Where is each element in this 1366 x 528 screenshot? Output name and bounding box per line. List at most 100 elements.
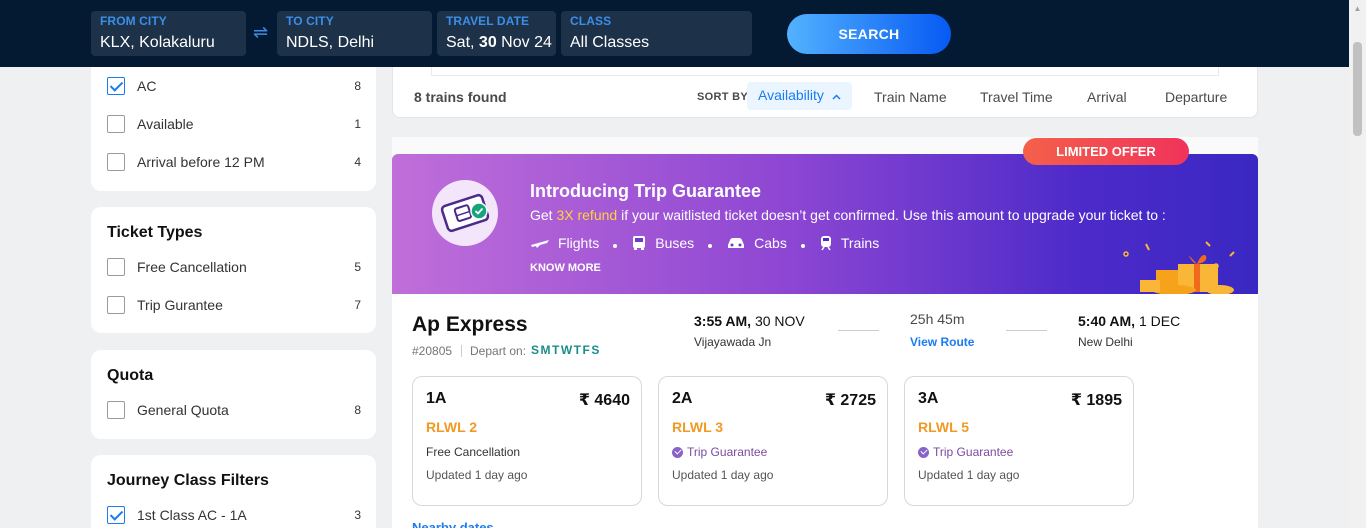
journey-class-card: Journey Class Filters 1st Class AC - 1A … — [91, 455, 376, 528]
sort-bar: 8 trains found SORT BY Availability Trai… — [392, 76, 1258, 118]
divider — [838, 330, 879, 331]
gift-icon — [1123, 241, 1235, 294]
train-name[interactable]: Ap Express — [412, 313, 528, 337]
arr-time: 5:40 AM, — [1078, 313, 1136, 329]
class-feature: Trip Guarantee — [918, 445, 1013, 459]
travel-date-field[interactable]: TRAVEL DATE Sat, 30 Nov 24 — [437, 11, 556, 56]
scrollbar-thumb[interactable] — [1353, 42, 1362, 136]
swap-icon[interactable]: ⇌ — [253, 22, 268, 43]
limited-offer-badge: LIMITED OFFER — [1023, 138, 1189, 165]
class-price: ₹ 1895 — [1070, 392, 1122, 409]
sort-availability[interactable]: Availability — [747, 82, 852, 110]
filter-label: AC — [137, 78, 157, 94]
availability-status: RLWL 5 — [918, 419, 970, 435]
mode-trains: Trains — [819, 235, 879, 251]
date-day: 30 — [478, 34, 497, 51]
filter-general-quota[interactable]: General Quota 8 — [107, 400, 361, 420]
ticket-types-card: Ticket Types Free Cancellation 5 Trip Gu… — [91, 207, 376, 333]
search-header: FROM CITY KLX, Kolakaluru ⇌ TO CITY NDLS… — [0, 0, 1366, 67]
filter-count: 4 — [354, 155, 361, 169]
mode-label: Flights — [558, 235, 600, 251]
class-value: All Classes — [570, 34, 650, 51]
class-feature: Trip Guarantee — [672, 445, 767, 459]
from-city-value: KLX, Kolakaluru — [100, 34, 215, 51]
filter-label: Arrival before 12 PM — [137, 154, 265, 170]
feature-label: Trip Guarantee — [933, 445, 1014, 459]
updated-time: Updated 1 day ago — [918, 468, 1020, 482]
trip-guarantee-banner[interactable]: Introducing Trip Guarantee Get 3X refund… — [392, 154, 1258, 294]
checkbox[interactable] — [107, 258, 125, 276]
class-card-1a[interactable]: 1A ₹ 4640 RLWL 2 Free Cancellation Updat… — [412, 376, 642, 506]
filter-trip-guarantee[interactable]: Trip Gurantee 7 — [107, 295, 361, 315]
nearby-dates-link[interactable]: Nearby dates — [412, 520, 494, 528]
view-route-link[interactable]: View Route — [910, 335, 974, 349]
ticket-icon — [432, 180, 498, 246]
filter-count: 1 — [354, 117, 361, 131]
sort-travel-time[interactable]: Travel Time — [980, 89, 1053, 105]
offer-desc-post: if your waitlisted ticket doesn’t get co… — [617, 207, 1166, 223]
train-card: Ap Express #20805 Depart on: SMTWTFS 3:5… — [392, 294, 1258, 528]
date-weekday: Sat, — [446, 34, 475, 51]
scroll-up-arrow-icon[interactable]: ▲ — [1349, 0, 1366, 17]
filter-label: Free Cancellation — [137, 259, 247, 275]
date-month-year: Nov 24 — [501, 34, 552, 51]
filter-count: 8 — [354, 403, 361, 417]
checkbox-checked[interactable] — [107, 77, 125, 95]
depart-on-label: Depart on: — [470, 344, 527, 358]
to-city-field[interactable]: TO CITY NDLS, Delhi — [277, 11, 432, 56]
travel-date-value: Sat, 30 Nov 24 — [446, 33, 552, 53]
filter-available[interactable]: Available 1 — [107, 114, 361, 134]
class-card-3a[interactable]: 3A ₹ 1895 RLWL 5 Trip Guarantee Updated … — [904, 376, 1134, 506]
offer-desc-highlight: 3X refund — [556, 207, 618, 223]
mode-label: Cabs — [754, 235, 787, 251]
class-field[interactable]: CLASS All Classes — [561, 11, 752, 56]
updated-time: Updated 1 day ago — [426, 468, 528, 482]
divider — [461, 345, 462, 357]
sort-train-name[interactable]: Train Name — [874, 89, 947, 105]
checkbox[interactable] — [107, 153, 125, 171]
filter-ac[interactable]: AC 8 — [107, 76, 361, 96]
updated-time: Updated 1 day ago — [672, 468, 774, 482]
arr-date: 1 DEC — [1138, 313, 1181, 329]
from-city-label: FROM CITY — [100, 14, 167, 28]
availability-status: RLWL 3 — [672, 419, 724, 435]
results-top-strip — [392, 67, 1258, 76]
class-name: 1A — [426, 390, 447, 407]
dep-time: 3:55 AM, — [694, 313, 752, 329]
know-more-link[interactable]: KNOW MORE — [530, 262, 601, 274]
availability-status: RLWL 2 — [426, 419, 478, 435]
check-badge-icon — [672, 446, 683, 458]
class-label: CLASS — [570, 14, 612, 28]
filter-count: 8 — [354, 79, 361, 93]
filter-label: 1st Class AC - 1A — [137, 507, 247, 523]
checkbox-checked[interactable] — [107, 506, 125, 524]
checkbox[interactable] — [107, 401, 125, 419]
arrival-station: New Delhi — [1078, 335, 1133, 349]
travel-date-label: TRAVEL DATE — [446, 14, 530, 28]
departure-station: Vijayawada Jn — [694, 335, 772, 349]
mode-cabs: Cabs — [726, 235, 787, 251]
filter-1a[interactable]: 1st Class AC - 1A 3 — [107, 505, 361, 525]
sort-arrival[interactable]: Arrival — [1087, 89, 1127, 105]
class-card-2a[interactable]: 2A ₹ 2725 RLWL 3 Trip Guarantee Updated … — [658, 376, 888, 506]
sort-option-label: Availability — [758, 87, 824, 103]
filter-count: 3 — [354, 508, 361, 522]
sort-departure[interactable]: Departure — [1165, 89, 1227, 105]
bus-icon — [633, 236, 646, 250]
filter-free-cancellation[interactable]: Free Cancellation 5 — [107, 257, 361, 277]
plane-icon — [531, 240, 549, 248]
sort-by-label: SORT BY — [697, 91, 748, 103]
filter-count: 7 — [354, 298, 361, 312]
filter-count: 5 — [354, 260, 361, 274]
filter-arrival-before-12[interactable]: Arrival before 12 PM 4 — [107, 152, 361, 172]
class-price: ₹ 2725 — [824, 392, 876, 409]
checkbox[interactable] — [107, 115, 125, 133]
checkbox[interactable] — [107, 296, 125, 314]
running-days: SMTWTFS — [531, 343, 601, 357]
from-city-field[interactable]: FROM CITY KLX, Kolakaluru — [91, 11, 246, 56]
page-scrollbar[interactable]: ▲ — [1349, 0, 1366, 528]
filter-label: Available — [137, 116, 194, 132]
divider — [1006, 330, 1047, 331]
search-button[interactable]: SEARCH — [787, 14, 951, 54]
filter-label: Trip Gurantee — [137, 297, 223, 313]
